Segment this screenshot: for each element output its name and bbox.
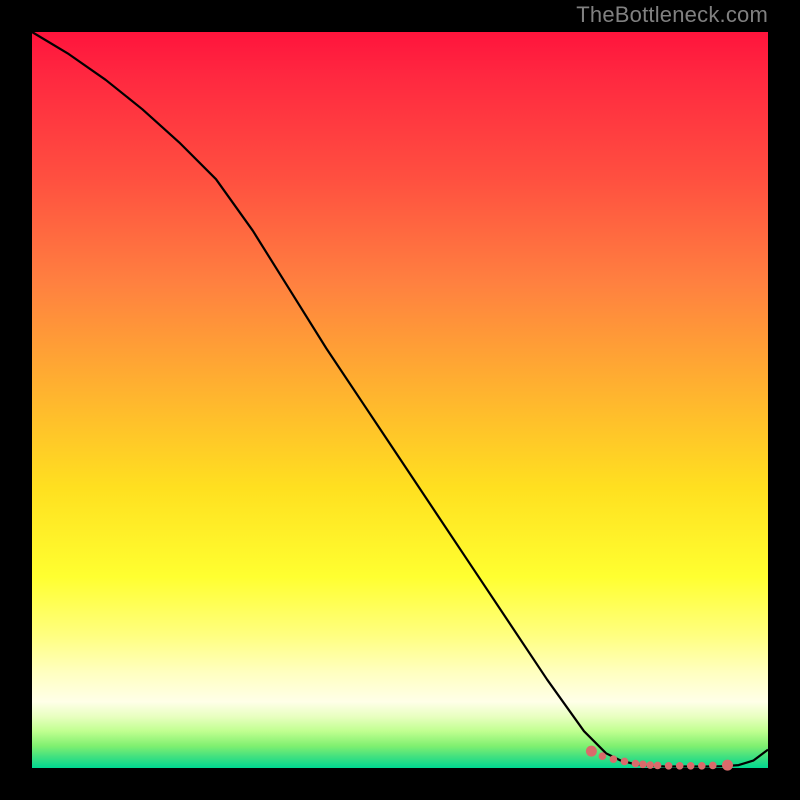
marker-dot: [687, 762, 695, 770]
marker-dot: [639, 761, 647, 769]
marker-dot: [646, 761, 654, 769]
chart-svg: [32, 32, 768, 768]
watermark-text: TheBottleneck.com: [576, 2, 768, 28]
chart-area: [32, 32, 768, 768]
marker-dot: [599, 752, 607, 760]
marker-dot: [586, 746, 597, 757]
marker-dot: [676, 762, 684, 770]
marker-dot: [632, 760, 640, 768]
marker-dot: [610, 755, 618, 763]
curve-flat-markers: [586, 746, 733, 771]
marker-dot: [709, 762, 717, 770]
bottleneck-curve: [32, 32, 768, 767]
marker-dot: [654, 762, 662, 770]
marker-dot: [722, 760, 733, 771]
marker-dot: [621, 758, 629, 766]
marker-dot: [665, 762, 673, 770]
marker-dot: [698, 762, 706, 770]
